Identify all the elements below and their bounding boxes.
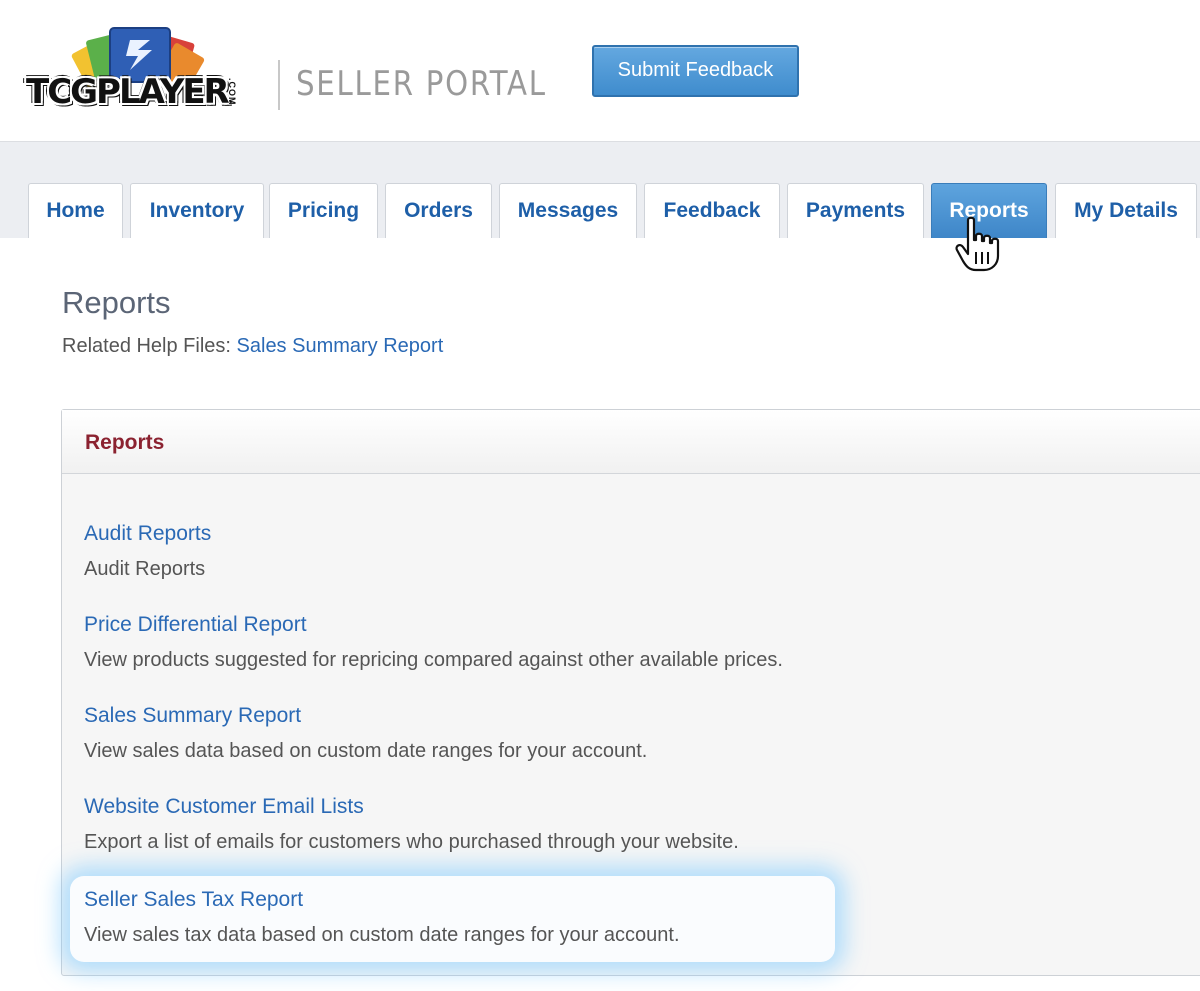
tab-payments[interactable]: Payments — [787, 183, 924, 238]
report-description: View sales data based on custom date ran… — [84, 740, 648, 762]
tab-pricing[interactable]: Pricing — [269, 183, 378, 238]
report-link-price-differential[interactable]: Price Differential Report — [84, 612, 783, 638]
tab-feedback[interactable]: Feedback — [644, 183, 780, 238]
help-link-sales-summary[interactable]: Sales Summary Report — [237, 335, 444, 357]
portal-title: SELLER PORTAL — [296, 64, 547, 104]
report-link-sales-summary[interactable]: Sales Summary Report — [84, 703, 647, 729]
report-description: View products suggested for repricing co… — [84, 649, 783, 671]
report-item: Audit Reports Audit Reports — [84, 521, 211, 582]
header-divider — [278, 60, 280, 110]
page-title: Reports — [62, 285, 171, 320]
panel-title: Reports — [85, 431, 165, 454]
report-item: Price Differential Report View products … — [84, 612, 783, 673]
site-header: TCGPLAYER .COM SELLER PORTAL Submit Feed… — [0, 0, 1200, 141]
report-link-customer-email-lists[interactable]: Website Customer Email Lists — [84, 794, 739, 820]
hand-pointer-icon — [955, 216, 1000, 272]
help-files-label: Related Help Files: — [62, 335, 231, 357]
report-item: Seller Sales Tax Report View sales tax d… — [84, 887, 680, 948]
report-item: Website Customer Email Lists Export a li… — [84, 794, 739, 855]
report-description: View sales tax data based on custom date… — [84, 924, 680, 946]
submit-feedback-button[interactable]: Submit Feedback — [592, 45, 799, 97]
tab-orders[interactable]: Orders — [385, 183, 492, 238]
report-description: Export a list of emails for customers wh… — [84, 831, 739, 853]
panel-header: Reports — [62, 410, 1200, 474]
tab-inventory[interactable]: Inventory — [130, 183, 264, 238]
tab-my-details[interactable]: My Details — [1055, 183, 1197, 238]
tab-messages[interactable]: Messages — [499, 183, 637, 238]
tab-home[interactable]: Home — [28, 183, 123, 238]
logo-wordmark: TCGPLAYER — [26, 72, 230, 112]
report-item: Sales Summary Report View sales data bas… — [84, 703, 647, 764]
report-description: Audit Reports — [84, 558, 206, 580]
related-help-files: Related Help Files: Sales Summary Report — [62, 333, 443, 359]
tcgplayer-logo[interactable]: TCGPLAYER .COM — [26, 26, 266, 112]
logo-suffix: .COM — [227, 78, 237, 106]
report-link-seller-sales-tax[interactable]: Seller Sales Tax Report — [84, 887, 680, 913]
report-link-audit[interactable]: Audit Reports — [84, 521, 211, 547]
